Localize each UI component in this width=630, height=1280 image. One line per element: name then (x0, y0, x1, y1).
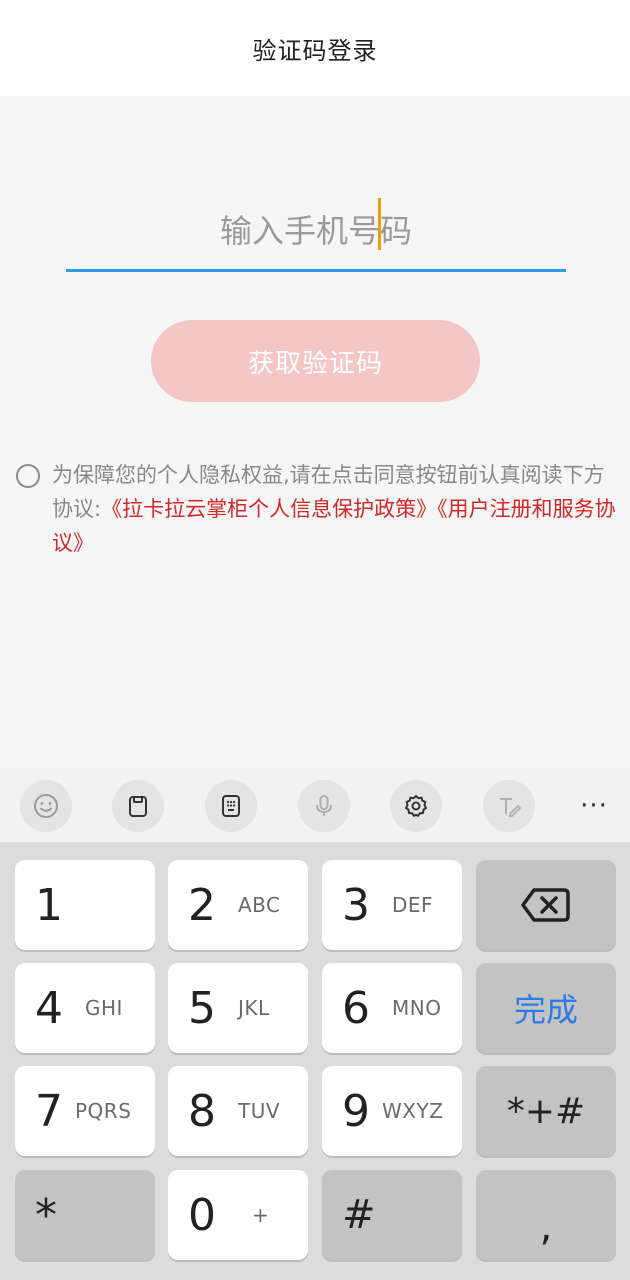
backspace-key[interactable] (476, 860, 616, 950)
page-title: 验证码登录 (252, 36, 378, 65)
top-bar: 验证码登录 (0, 0, 630, 96)
key-letters: WXYZ (382, 1099, 444, 1123)
numeric-keypad: 1 2 ABC 3 DEF 4 GHI 5 JKL 6 MNO 完成 7 PQR… (0, 842, 630, 1280)
key-letters: TUV (238, 1099, 281, 1123)
phone-input-container (66, 196, 566, 272)
key-number: 1 (35, 879, 63, 931)
microphone-icon[interactable] (298, 780, 350, 832)
agreement-text: 为保障您的个人隐私权益,请在点击同意按钮前认真阅读下方协议:《拉卡拉云掌柜个人信… (52, 458, 622, 560)
key-letters: DEF (392, 893, 434, 917)
key-letters: MNO (392, 996, 442, 1020)
key-number: 2 (188, 879, 216, 931)
keyboard-toolbar: ··· (0, 768, 630, 842)
key-letters: GHI (85, 996, 123, 1020)
key-8[interactable]: 8 TUV (168, 1066, 308, 1156)
key-1[interactable]: 1 (15, 860, 155, 950)
input-underline (66, 269, 566, 272)
key-2[interactable]: 2 ABC (168, 860, 308, 950)
key-number: 3 (342, 879, 370, 931)
phone-number-input[interactable] (66, 196, 566, 266)
settings-icon[interactable] (390, 780, 442, 832)
get-verification-code-button[interactable]: 获取验证码 (151, 320, 480, 402)
comma-key[interactable]: , (476, 1170, 616, 1260)
key-letters: ABC (238, 893, 281, 917)
backspace-icon (521, 888, 570, 922)
clipboard-icon[interactable] (112, 780, 164, 832)
done-label: 完成 (513, 991, 578, 1029)
key-number: 0 (188, 1189, 216, 1241)
key-number: 9 (342, 1085, 370, 1137)
key-4[interactable]: 4 GHI (15, 963, 155, 1053)
symbols-key[interactable]: *+# (476, 1066, 616, 1156)
key-9[interactable]: 9 WXYZ (322, 1066, 462, 1156)
key-5[interactable]: 5 JKL (168, 963, 308, 1053)
key-number: 8 (188, 1085, 216, 1137)
more-options-button[interactable]: ··· (572, 780, 616, 832)
key-letters: PQRS (75, 1099, 132, 1123)
key-number: 5 (188, 982, 216, 1034)
comma-label: , (539, 1204, 553, 1250)
agreement-row: 为保障您的个人隐私权益,请在点击同意按钮前认真阅读下方协议:《拉卡拉云掌柜个人信… (16, 458, 626, 560)
privacy-policy-link[interactable]: 《拉卡拉云掌柜个人信息保护政策》 (101, 497, 437, 521)
key-hash[interactable]: # (322, 1170, 462, 1260)
agreement-radio[interactable] (16, 464, 40, 488)
handwriting-icon[interactable] (483, 780, 535, 832)
text-cursor (378, 198, 381, 250)
key-3[interactable]: 3 DEF (322, 860, 462, 950)
symbols-label: *+# (506, 1090, 586, 1132)
key-0[interactable]: 0 + (168, 1170, 308, 1260)
keyboard-icon[interactable] (205, 780, 257, 832)
key-letters: + (252, 1203, 270, 1227)
key-6[interactable]: 6 MNO (322, 963, 462, 1053)
key-number: 7 (35, 1085, 63, 1137)
key-number: * (35, 1189, 57, 1241)
key-number: # (342, 1192, 376, 1238)
emoji-icon[interactable] (20, 780, 72, 832)
key-number: 6 (342, 982, 370, 1034)
key-letters: JKL (238, 996, 270, 1020)
key-7[interactable]: 7 PQRS (15, 1066, 155, 1156)
key-number: 4 (35, 982, 63, 1034)
done-key[interactable]: 完成 (476, 963, 616, 1053)
key-asterisk[interactable]: * (15, 1170, 155, 1260)
